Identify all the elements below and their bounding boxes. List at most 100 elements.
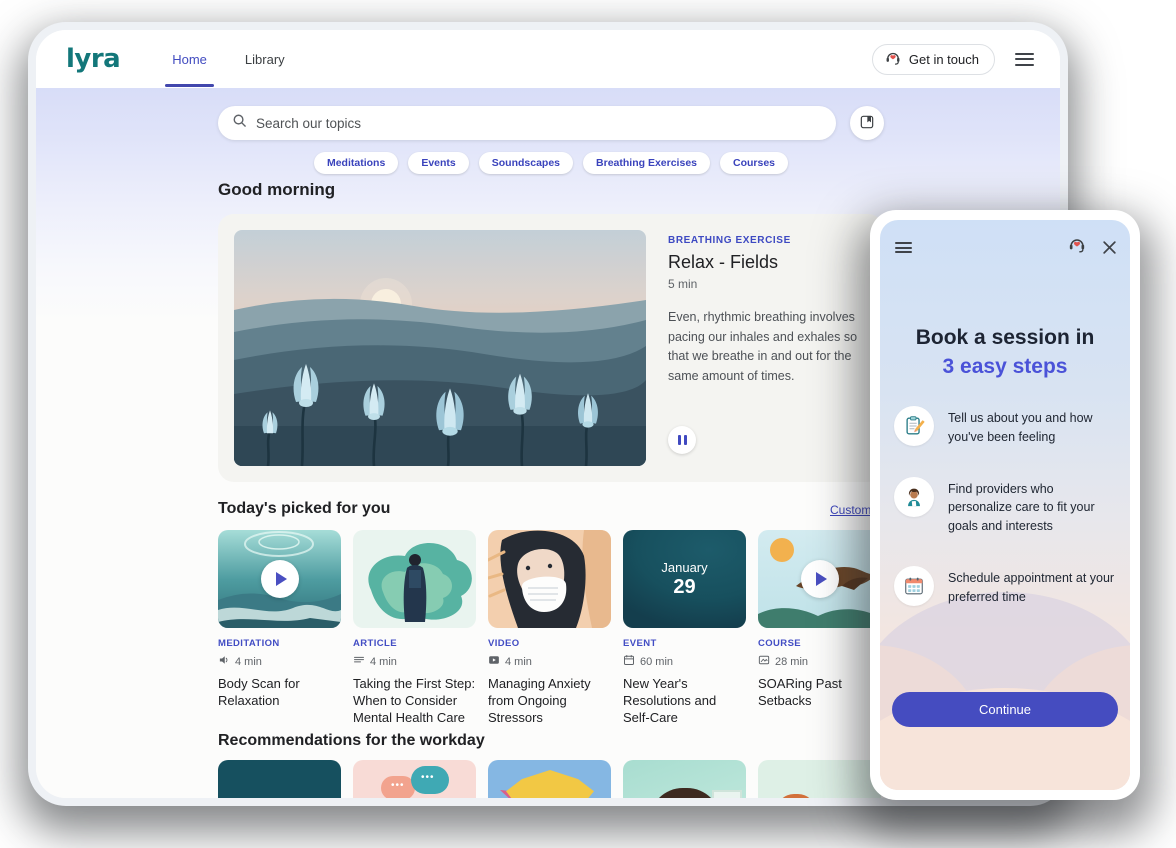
filter-courses[interactable]: Courses bbox=[720, 152, 788, 174]
card-meta: 4 min bbox=[353, 654, 476, 669]
filter-soundscapes[interactable]: Soundscapes bbox=[479, 152, 573, 174]
booking-heading-line2: 3 easy steps bbox=[880, 353, 1130, 382]
lyra-logo: lyra bbox=[66, 46, 120, 72]
continue-button[interactable]: Continue bbox=[892, 692, 1118, 727]
event-month: January bbox=[661, 560, 707, 575]
get-in-touch-button[interactable]: Get in touch bbox=[872, 44, 995, 75]
card-category: MEDITATION bbox=[218, 638, 341, 649]
mobile-header bbox=[895, 235, 1117, 260]
booking-heading: Book a session in 3 easy steps bbox=[880, 324, 1130, 382]
topic-filters: Meditations Events Soundscapes Breathing… bbox=[218, 152, 884, 174]
featured-duration: 5 min bbox=[668, 277, 876, 291]
get-in-touch-label: Get in touch bbox=[909, 52, 979, 67]
card-thumbnail[interactable]: January bbox=[218, 760, 341, 798]
card-duration: 4 min bbox=[370, 656, 397, 668]
card-thumbnail[interactable] bbox=[488, 760, 611, 798]
card-category: COURSE bbox=[758, 638, 881, 649]
featured-card[interactable]: BREATHING EXERCISE Relax - Fields 5 min … bbox=[218, 214, 884, 482]
step-text: Tell us about you and how you've been fe… bbox=[948, 406, 1118, 447]
rec-card-paper-fan[interactable] bbox=[488, 760, 611, 798]
event-date-graphic: January 29 bbox=[623, 530, 746, 628]
active-tab-underline bbox=[165, 84, 214, 87]
card-new-years[interactable]: January 29 EVENT 60 min New Year's Resol… bbox=[623, 530, 746, 726]
tab-home[interactable]: Home bbox=[172, 52, 207, 67]
card-thumbnail[interactable] bbox=[758, 530, 881, 628]
card-meta: 28 min bbox=[758, 654, 881, 669]
play-icon[interactable] bbox=[801, 560, 839, 598]
featured-description: Even, rhythmic breathing involves pacing… bbox=[668, 308, 876, 386]
card-title: SOARing Past Setbacks bbox=[758, 675, 881, 709]
pause-icon bbox=[678, 435, 681, 445]
card-thumbnail[interactable] bbox=[218, 530, 341, 628]
featured-category: BREATHING EXERCISE bbox=[668, 235, 876, 246]
card-category: EVENT bbox=[623, 638, 746, 649]
step-schedule: Schedule appointment at your preferred t… bbox=[894, 566, 1118, 607]
calendar-icon bbox=[623, 654, 635, 669]
step-about-you: Tell us about you and how you've been fe… bbox=[894, 406, 1118, 447]
filter-breathing-exercises[interactable]: Breathing Exercises bbox=[583, 152, 710, 174]
mobile-screen: Book a session in 3 easy steps bbox=[880, 220, 1130, 790]
filter-meditations[interactable]: Meditations bbox=[314, 152, 398, 174]
play-icon[interactable] bbox=[261, 560, 299, 598]
featured-illustration bbox=[234, 230, 646, 466]
rec-card-kids[interactable] bbox=[758, 760, 881, 798]
filter-events[interactable]: Events bbox=[408, 152, 468, 174]
conversation-graphic: ••• ••• bbox=[353, 760, 476, 798]
featured-title: Relax - Fields bbox=[668, 252, 876, 273]
card-duration: 4 min bbox=[235, 656, 262, 668]
card-thumbnail[interactable] bbox=[758, 760, 881, 798]
step-text: Find providers who personalize care to f… bbox=[948, 477, 1118, 536]
card-thumbnail[interactable] bbox=[353, 530, 476, 628]
mobile-headset-heart-icon[interactable] bbox=[1067, 235, 1087, 260]
card-thumbnail[interactable]: ••• ••• bbox=[353, 760, 476, 798]
desktop-stage: lyra Home Library bbox=[0, 0, 1176, 848]
card-thumbnail[interactable] bbox=[623, 760, 746, 798]
step-find-providers: Find providers who personalize care to f… bbox=[894, 477, 1118, 536]
article-icon bbox=[353, 654, 365, 669]
booking-heading-line1: Book a session in bbox=[880, 324, 1130, 353]
woman-graphic bbox=[623, 760, 746, 798]
app-header: lyra Home Library bbox=[36, 30, 1060, 88]
card-title: Taking the First Step: When to Consider … bbox=[353, 675, 476, 726]
card-first-step[interactable]: ARTICLE 4 min Taking the First Step: Whe… bbox=[353, 530, 476, 726]
pause-button[interactable] bbox=[668, 426, 696, 454]
step-text: Schedule appointment at your preferred t… bbox=[948, 566, 1118, 607]
card-category: VIDEO bbox=[488, 638, 611, 649]
tab-library[interactable]: Library bbox=[245, 52, 285, 67]
mobile-menu-icon[interactable] bbox=[895, 242, 912, 253]
card-body-scan[interactable]: MEDITATION 4 min Body Scan for Relaxatio… bbox=[218, 530, 341, 709]
header-actions: Get in touch bbox=[872, 44, 1034, 75]
main-nav: Home Library bbox=[172, 30, 284, 88]
provider-person-icon bbox=[894, 477, 934, 517]
close-icon[interactable] bbox=[1102, 240, 1117, 255]
event-day: 29 bbox=[673, 576, 695, 599]
paper-fan-graphic bbox=[488, 760, 611, 798]
booking-steps: Tell us about you and how you've been fe… bbox=[894, 406, 1118, 636]
card-managing-anxiety[interactable]: VIDEO 4 min Managing Anxiety from Ongoin… bbox=[488, 530, 611, 726]
speaker-icon bbox=[218, 654, 230, 669]
greeting-heading: Good morning bbox=[218, 180, 335, 200]
card-thumbnail[interactable]: January 29 bbox=[623, 530, 746, 628]
kids-graphic bbox=[758, 760, 881, 798]
picked-heading: Today's picked for you bbox=[218, 500, 390, 518]
rec-card-conversation[interactable]: ••• ••• bbox=[353, 760, 476, 798]
card-meta: 60 min bbox=[623, 654, 746, 669]
card-meta: 4 min bbox=[218, 654, 341, 669]
search-bar[interactable] bbox=[218, 106, 836, 140]
featured-info: BREATHING EXERCISE Relax - Fields 5 min … bbox=[668, 235, 876, 386]
rec-card-woman[interactable] bbox=[623, 760, 746, 798]
card-meta: 4 min bbox=[488, 654, 611, 669]
card-duration: 4 min bbox=[505, 656, 532, 668]
card-thumbnail[interactable] bbox=[488, 530, 611, 628]
clipboard-pencil-icon bbox=[894, 406, 934, 446]
rec-card-january[interactable]: January bbox=[218, 760, 341, 798]
search-input[interactable] bbox=[256, 116, 822, 131]
tab-library-label: Library bbox=[245, 52, 285, 67]
menu-icon[interactable] bbox=[1015, 53, 1034, 66]
card-soaring[interactable]: COURSE 28 min SOARing Past Setbacks bbox=[758, 530, 881, 709]
slides-icon bbox=[758, 654, 770, 669]
recommendations-heading: Recommendations for the workday bbox=[218, 732, 485, 750]
search-icon bbox=[232, 113, 247, 133]
tab-home-label: Home bbox=[172, 52, 207, 67]
saved-items-button[interactable] bbox=[850, 106, 884, 140]
